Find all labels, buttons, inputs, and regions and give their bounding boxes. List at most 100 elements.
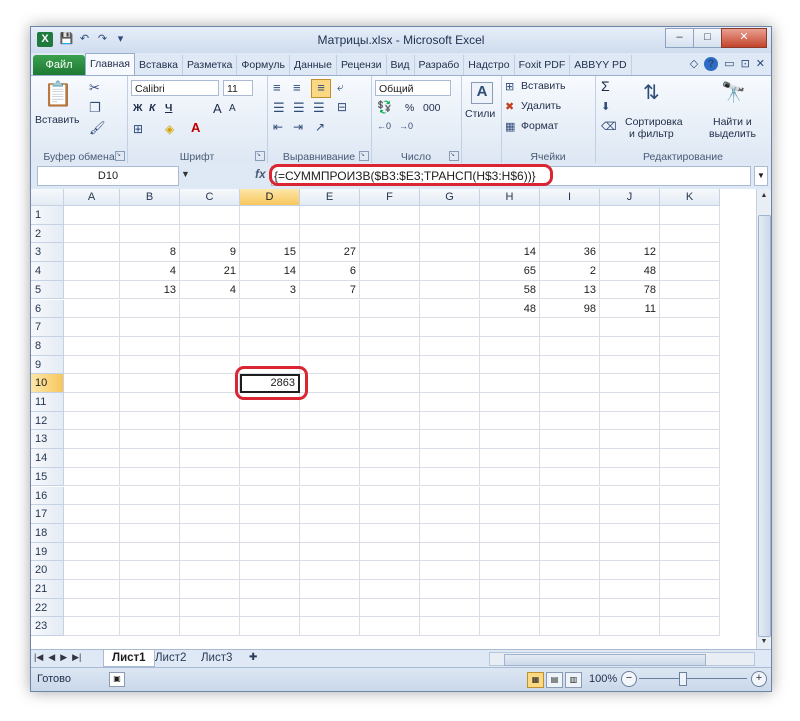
- cell-c21[interactable]: [180, 580, 240, 599]
- cell-a13[interactable]: [64, 430, 120, 450]
- cell-c22[interactable]: [180, 598, 240, 618]
- cell-f6[interactable]: [360, 299, 420, 319]
- find-select-label-2[interactable]: выделить: [709, 128, 756, 140]
- insert-cells-button[interactable]: Вставить: [521, 80, 566, 92]
- orientation-icon[interactable]: ↗: [315, 120, 325, 134]
- cell-b7[interactable]: [120, 318, 180, 337]
- cell-e22[interactable]: [300, 598, 360, 618]
- cell-e3[interactable]: 27: [300, 243, 360, 263]
- cell-d22[interactable]: [240, 598, 300, 618]
- cell-g18[interactable]: [420, 523, 480, 543]
- cell-h17[interactable]: [480, 505, 540, 524]
- font-size-select[interactable]: 11: [223, 80, 253, 96]
- number-format-select[interactable]: Общий: [375, 80, 451, 96]
- align-left-icon[interactable]: ☰: [273, 100, 285, 116]
- cell-c12[interactable]: [180, 411, 240, 431]
- cell-f8[interactable]: [360, 336, 420, 356]
- cell-c3[interactable]: 9: [180, 243, 240, 263]
- cell-b21[interactable]: [120, 580, 180, 599]
- cell-c17[interactable]: [180, 505, 240, 524]
- column-header-a[interactable]: A: [64, 189, 120, 206]
- zoom-slider-thumb[interactable]: [679, 672, 687, 686]
- cell-e20[interactable]: [300, 561, 360, 580]
- cell-e16[interactable]: [300, 486, 360, 506]
- cell-c1[interactable]: [180, 206, 240, 225]
- sheet-tab-3[interactable]: Лист3: [193, 650, 240, 666]
- font-name-select[interactable]: Calibri: [131, 80, 219, 96]
- cell-k19[interactable]: [660, 542, 720, 562]
- expand-formula-bar-icon[interactable]: ▼: [754, 166, 768, 186]
- cell-c11[interactable]: [180, 393, 240, 412]
- cell-i10[interactable]: [540, 374, 600, 393]
- cell-f3[interactable]: [360, 243, 420, 263]
- cell-f2[interactable]: [360, 224, 420, 244]
- cell-d14[interactable]: [240, 449, 300, 468]
- cell-d17[interactable]: [240, 505, 300, 524]
- cell-e14[interactable]: [300, 449, 360, 468]
- cell-h1[interactable]: [480, 206, 540, 225]
- cell-i11[interactable]: [540, 393, 600, 412]
- zoom-out-button[interactable]: −: [621, 671, 637, 687]
- cell-a7[interactable]: [64, 318, 120, 337]
- workbook-restore-icon[interactable]: ⊡: [741, 57, 750, 71]
- tab-10[interactable]: Foxit PDF: [515, 55, 571, 75]
- cell-h7[interactable]: [480, 318, 540, 337]
- dialog-launcher-icon[interactable]: ↘: [359, 151, 369, 161]
- row-header-2[interactable]: 2: [31, 224, 64, 244]
- cell-d23[interactable]: [240, 617, 300, 637]
- row-header-22[interactable]: 22: [31, 598, 64, 618]
- column-header-h[interactable]: H: [480, 189, 540, 206]
- cell-k3[interactable]: [660, 243, 720, 263]
- cell-a3[interactable]: [64, 243, 120, 263]
- cell-b18[interactable]: [120, 523, 180, 543]
- cell-k10[interactable]: [660, 374, 720, 393]
- cell-j10[interactable]: [600, 374, 660, 393]
- zoom-in-button[interactable]: +: [751, 671, 767, 687]
- cell-b17[interactable]: [120, 505, 180, 524]
- cell-c5[interactable]: 4: [180, 280, 240, 300]
- cell-a4[interactable]: [64, 262, 120, 281]
- cell-h14[interactable]: [480, 449, 540, 468]
- cell-i4[interactable]: 2: [540, 262, 600, 281]
- cell-f4[interactable]: [360, 262, 420, 281]
- cell-a19[interactable]: [64, 542, 120, 562]
- cell-i20[interactable]: [540, 561, 600, 580]
- cell-h8[interactable]: [480, 336, 540, 356]
- cell-h15[interactable]: [480, 467, 540, 487]
- row-header-15[interactable]: 15: [31, 467, 64, 487]
- cell-a23[interactable]: [64, 617, 120, 637]
- cell-b23[interactable]: [120, 617, 180, 637]
- cell-c9[interactable]: [180, 355, 240, 375]
- cell-j18[interactable]: [600, 523, 660, 543]
- cell-i23[interactable]: [540, 617, 600, 637]
- cell-h4[interactable]: 65: [480, 262, 540, 281]
- grow-font-button[interactable]: A: [213, 101, 222, 116]
- cell-c13[interactable]: [180, 430, 240, 450]
- cell-c7[interactable]: [180, 318, 240, 337]
- cell-j21[interactable]: [600, 580, 660, 599]
- cell-i13[interactable]: [540, 430, 600, 450]
- cell-i15[interactable]: [540, 467, 600, 487]
- cell-j20[interactable]: [600, 561, 660, 580]
- find-select-icon[interactable]: 🔭: [721, 80, 746, 105]
- cell-e21[interactable]: [300, 580, 360, 599]
- cell-k14[interactable]: [660, 449, 720, 468]
- sort-filter-label[interactable]: Сортировка: [625, 116, 683, 128]
- page-break-view-icon[interactable]: ▥: [565, 672, 582, 688]
- cell-h10[interactable]: [480, 374, 540, 393]
- cell-i1[interactable]: [540, 206, 600, 225]
- sort-filter-label-2[interactable]: и фильтр: [629, 128, 674, 140]
- cell-j6[interactable]: 11: [600, 299, 660, 319]
- scroll-up-icon[interactable]: ▲: [757, 189, 771, 203]
- row-header-16[interactable]: 16: [31, 486, 64, 506]
- italic-button[interactable]: К: [149, 102, 155, 114]
- tab-5[interactable]: Данные: [290, 55, 337, 75]
- cell-g22[interactable]: [420, 598, 480, 618]
- cell-i16[interactable]: [540, 486, 600, 506]
- cell-c10[interactable]: [180, 374, 240, 393]
- cell-i17[interactable]: [540, 505, 600, 524]
- autosum-button[interactable]: Σ: [601, 78, 610, 94]
- cell-i6[interactable]: 98: [540, 299, 600, 319]
- tab-6[interactable]: Рецензи: [337, 55, 387, 75]
- cell-f7[interactable]: [360, 318, 420, 337]
